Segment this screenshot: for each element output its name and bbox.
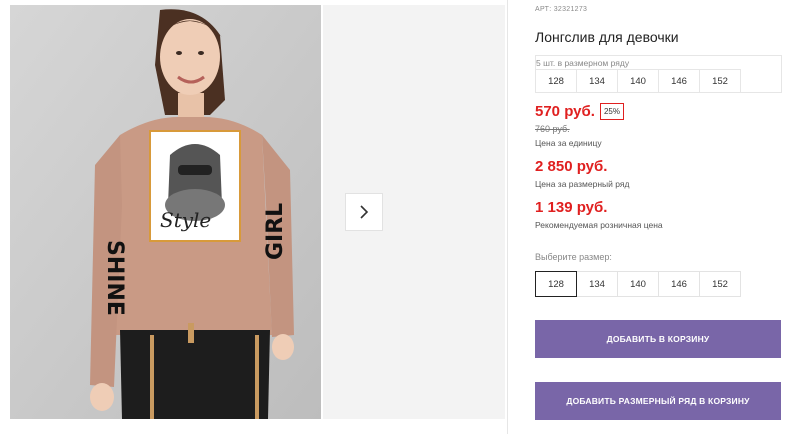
unit-price: 570 руб. (535, 103, 595, 120)
unit-price-caption: Цена за единицу (535, 138, 602, 148)
pack-size-146: 146 (658, 69, 700, 93)
add-pack-to-cart-button[interactable]: ДОБАВИТЬ РАЗМЕРНЫЙ РЯД В КОРЗИНУ (535, 382, 781, 420)
column-divider (507, 0, 508, 434)
next-image-button[interactable] (345, 193, 383, 231)
size-option-134[interactable]: 134 (576, 271, 618, 297)
product-photo[interactable]: SHINE GIRL Style (10, 5, 321, 419)
add-to-cart-button[interactable]: ДОБАВИТЬ В КОРЗИНУ (535, 320, 781, 358)
discount-badge: 25% (599, 103, 624, 120)
product-gallery: SHINE GIRL Style (0, 0, 505, 434)
product-title: Лонгслив для девочки (535, 29, 679, 45)
size-option-152[interactable]: 152 (699, 271, 741, 297)
recommended-price-caption: Рекомендуемая розничная цена (535, 220, 663, 230)
pack-size-134: 134 (576, 69, 618, 93)
pack-sizes-box: 5 шт. в размерном ряду 128 134 140 146 1… (535, 55, 782, 93)
pack-price: 2 850 руб. (535, 158, 608, 175)
size-option-140[interactable]: 140 (617, 271, 659, 297)
size-selector: 128 134 140 146 152 (535, 271, 741, 297)
pack-price-caption: Цена за размерный ряд (535, 179, 630, 189)
pack-size-152: 152 (699, 69, 741, 93)
sleeve-left-text: SHINE (102, 240, 127, 316)
chevron-right-icon (360, 205, 369, 219)
size-option-146[interactable]: 146 (658, 271, 700, 297)
pack-label: 5 шт. в размерном ряду (536, 58, 630, 68)
price-row: 570 руб. 25% (535, 103, 624, 120)
print-text: Style (160, 208, 211, 232)
size-option-128[interactable]: 128 (535, 271, 577, 297)
recommended-price: 1 139 руб. (535, 199, 608, 216)
product-sku: АРТ: 32321273 (535, 6, 588, 13)
pack-size-140: 140 (617, 69, 659, 93)
pack-size-128: 128 (535, 69, 577, 93)
sleeve-right-text: GIRL (263, 203, 288, 260)
pack-sizes-row: 128 134 140 146 152 (535, 69, 741, 93)
old-price: 760 руб. (535, 124, 570, 134)
size-select-label: Выберите размер: (535, 252, 612, 262)
